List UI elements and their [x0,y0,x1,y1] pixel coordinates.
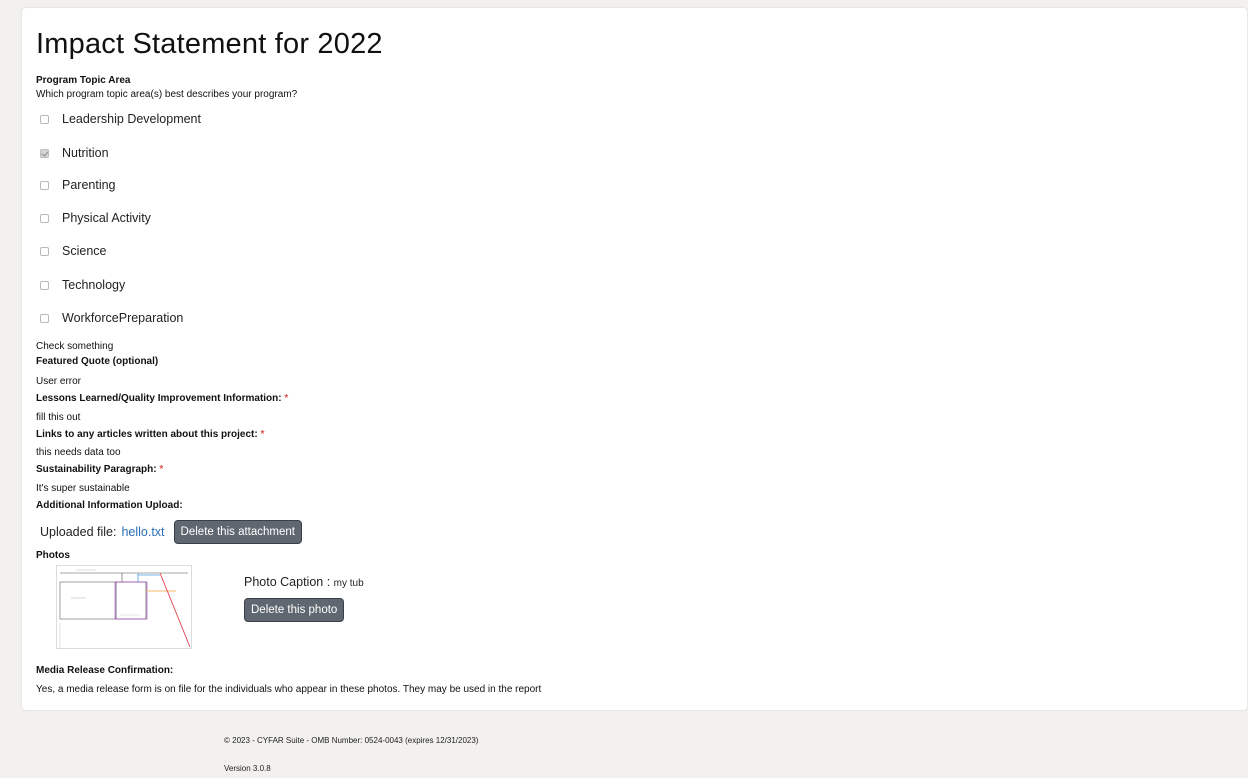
option-workforce-preparation[interactable]: WorkforcePreparation [40,310,183,326]
featured-quote-label: Featured Quote (optional) [36,356,159,367]
lessons-learned-label: Lessons Learned/Quality Improvement Info… [36,393,288,405]
photo-caption-label: Photo Caption : [244,575,331,589]
option-label: Parenting [62,178,116,192]
sustainability-value: It's super sustainable [36,483,130,494]
photos-heading: Photos [36,550,70,561]
uploaded-file-row: Uploaded file: hello.txt Delete this att… [40,520,302,544]
option-label: Leadership Development [62,112,201,126]
option-label: Technology [62,278,126,292]
sustainability-label-text: Sustainability Paragraph: [36,464,157,475]
required-marker: * [159,464,164,475]
option-label: Physical Activity [62,211,151,225]
checkbox[interactable] [40,280,49,290]
article-links-label: Links to any articles written about this… [36,429,264,441]
featured-quote-value: User error [36,376,82,387]
checkbox[interactable] [40,114,49,124]
checkbox-checked[interactable] [40,148,49,158]
uploaded-file-prefix: Uploaded file: [40,525,117,539]
checkbox[interactable] [40,180,49,190]
required-marker: * [260,429,265,440]
photo-caption: Photo Caption : my tub [244,575,364,589]
impact-statement-card: Impact Statement for 2022 Program Topic … [22,8,1247,710]
option-label: Nutrition [62,146,109,160]
option-physical-activity[interactable]: Physical Activity [40,210,151,226]
option-leadership-development[interactable]: Leadership Development [40,111,201,127]
option-technology[interactable]: Technology [40,277,125,293]
option-science[interactable]: Science [40,243,106,259]
photo-thumbnail-image [56,565,192,649]
delete-photo-button[interactable]: Delete this photo [244,598,345,622]
option-label: Science [62,244,107,258]
footer-copyright: © 2023 - CYFAR Suite - OMB Number: 0524-… [224,736,479,745]
uploaded-file-link[interactable]: hello.txt [121,525,164,539]
delete-attachment-button[interactable]: Delete this attachment [173,520,302,544]
topic-area-note: Check something [36,341,114,352]
article-links-label-text: Links to any articles written about this… [36,429,258,440]
required-marker: * [284,393,289,404]
photo-thumbnail[interactable] [56,565,192,649]
checkbox[interactable] [40,246,49,256]
option-nutrition[interactable]: Nutrition [40,145,109,161]
checkbox[interactable] [40,313,49,323]
upload-label: Additional Information Upload: [36,500,183,511]
option-label: WorkforcePreparation [62,311,184,325]
lessons-learned-value: fill this out [36,412,81,423]
media-release-text: Yes, a media release form is on file for… [36,684,542,695]
lessons-learned-label-text: Lessons Learned/Quality Improvement Info… [36,393,282,404]
article-links-value: this needs data too [36,447,121,458]
footer-version: Version 3.0.8 [224,764,271,773]
sustainability-label: Sustainability Paragraph: * [36,464,163,476]
topic-area-heading: Program Topic Area [36,75,131,86]
checkbox[interactable] [40,213,49,223]
media-release-heading: Media Release Confirmation: [36,665,174,676]
topic-area-question: Which program topic area(s) best describ… [36,89,298,100]
page-title: Impact Statement for 2022 [36,28,383,60]
option-parenting[interactable]: Parenting [40,177,116,193]
photo-caption-value: my tub [333,578,364,589]
